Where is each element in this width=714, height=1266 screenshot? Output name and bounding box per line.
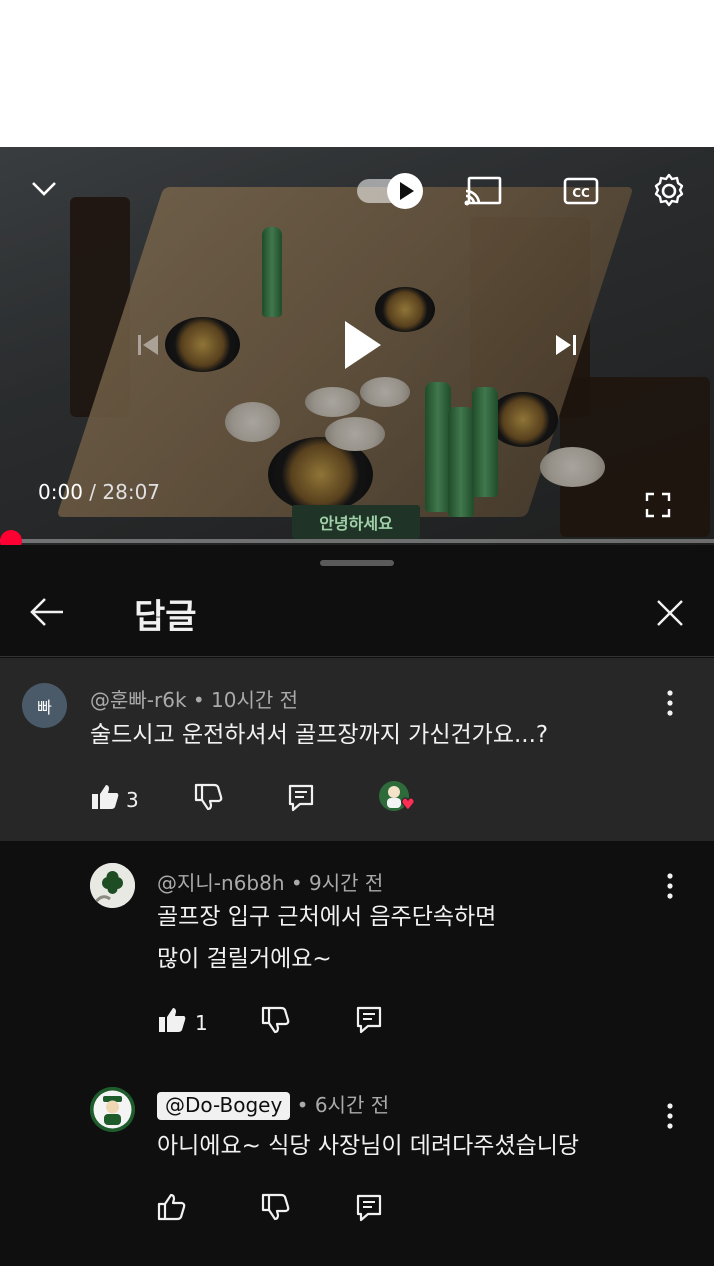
video-sign-text: 안녕하세요 [292,505,420,539]
thumbs-up-filled-icon [90,783,120,816]
previous-icon[interactable] [130,325,166,365]
like-button[interactable]: 1 [157,1006,208,1039]
reply-button[interactable] [355,1193,383,1228]
comment-time: • 6시간 전 [296,1093,390,1117]
comment-meta: @지니-n6b8h • 9시간 전 [157,867,383,896]
avatar[interactable] [90,1087,135,1132]
comment-meta: @훈빠-r6k • 10시간 전 [90,684,298,713]
thumbs-down-icon [261,1193,291,1226]
dislike-button[interactable] [261,1006,291,1039]
cast-icon[interactable] [462,173,504,209]
reply-button[interactable] [287,783,315,818]
time-separator: / [82,480,103,504]
like-count: 1 [195,1010,208,1035]
minimize-chevron-icon[interactable] [26,171,62,207]
close-icon[interactable] [650,593,690,633]
thumbs-down-icon [194,783,224,816]
comment-text-line: 많이 걸릴거에요~ [157,946,332,972]
reply-button[interactable] [355,1005,383,1040]
replies-title: 답글 [134,597,197,637]
comment-text-line: 아니에요~ 식당 사장님이 데려다주셨습니당 [157,1133,580,1159]
avatar-initial: 빠 [37,697,52,717]
comment-text: 술드시고 운전하셔서 골프장까지 가신건가요...? [90,722,549,748]
autoplay-toggle[interactable] [357,173,423,209]
progress-scrubber[interactable] [0,530,22,545]
dislike-button[interactable] [261,1193,291,1226]
back-arrow-icon[interactable] [26,591,68,633]
header-divider [0,656,714,657]
current-time: 0:00 [38,480,83,504]
creator-heart-badge [378,780,420,818]
fullscreen-icon[interactable] [640,487,676,523]
thumbs-up-filled-icon [157,1006,187,1039]
reply-comment-icon [355,1193,383,1228]
thumbs-up-icon [157,1193,187,1226]
next-icon[interactable] [548,325,584,365]
video-player[interactable]: 안녕하세요 CC 0:00 / 28:07 [0,147,714,545]
progress-bar-track[interactable] [0,539,714,543]
more-options-icon[interactable] [660,688,680,718]
more-options-icon[interactable] [660,871,680,901]
autoplay-play-icon [387,173,423,209]
reply-item: @Do-Bogey • 6시간 전 아니에요~ 식당 사장님이 데려다주셨습니당 [0,1051,714,1266]
duration: 28:07 [102,480,161,504]
comment-time: • 10시간 전 [192,688,299,712]
avatar[interactable]: 빠 [22,683,67,728]
dislike-button[interactable] [194,783,224,816]
reply-item: @지니-n6b8h • 9시간 전 골프장 입구 근처에서 음주단속하면 많이 … [0,841,714,1051]
like-count: 3 [126,787,139,812]
replies-header: 답글 [0,573,714,657]
like-button[interactable] [157,1193,195,1226]
comment-time: • 9시간 전 [290,871,384,895]
status-bar-area [0,0,714,147]
comment-text-line: 골프장 입구 근처에서 음주단속하면 [157,904,497,930]
golfer-avatar-icon [90,1087,135,1132]
creator-handle-badge[interactable]: @Do-Bogey [157,1092,291,1120]
comment-author[interactable]: @지니-n6b8h [157,871,285,895]
replies-panel: 답글 빠 @훈빠-r6k • 10시간 전 술드시고 운전하셔서 골프장까지 가… [0,545,714,1266]
reply-comment-icon [355,1005,383,1040]
time-display: 0:00 / 28:07 [38,480,160,504]
avatar[interactable] [90,863,135,908]
reply-comment-icon [287,783,315,818]
comment-author[interactable]: @훈빠-r6k [90,688,187,712]
more-options-icon[interactable] [660,1101,680,1131]
play-icon[interactable] [330,315,390,375]
captions-icon[interactable]: CC [560,173,602,209]
like-button[interactable]: 3 [90,783,139,816]
svg-text:CC: CC [572,186,590,200]
thumbs-down-icon [261,1006,291,1039]
settings-gear-icon[interactable] [648,171,690,211]
parent-comment: 빠 @훈빠-r6k • 10시간 전 술드시고 운전하셔서 골프장까지 가신건가… [0,658,714,841]
drag-handle[interactable] [320,560,394,566]
clover-avatar-icon [90,863,135,908]
comment-meta: @Do-Bogey • 6시간 전 [157,1089,390,1120]
